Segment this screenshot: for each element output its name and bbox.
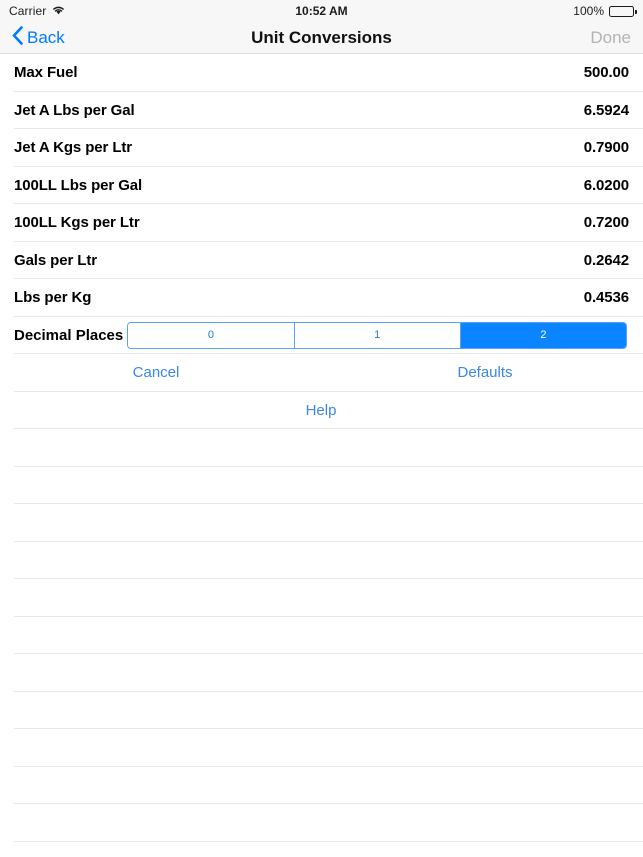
table-row[interactable]: 100LL Lbs per Gal 6.0200 — [0, 166, 643, 204]
row-value[interactable]: 0.4536 — [584, 289, 629, 306]
empty-table-row[interactable] — [0, 541, 643, 579]
status-bar: Carrier 10:52 AM 100% — [0, 0, 643, 22]
table-row[interactable]: Lbs per Kg 0.4536 — [0, 279, 643, 317]
row-label: 100LL Kgs per Ltr — [14, 214, 140, 232]
decimal-places-row: Decimal Places 0 1 2 — [0, 316, 643, 354]
row-label: Max Fuel — [14, 64, 78, 82]
segment-option-1[interactable]: 1 — [294, 322, 461, 348]
navigation-bar: Back Unit Conversions Done — [0, 22, 643, 54]
table-row[interactable]: Gals per Ltr 0.2642 — [0, 241, 643, 279]
done-button[interactable]: Done — [590, 28, 631, 48]
table-row[interactable]: 100LL Kgs per Ltr 0.7200 — [0, 204, 643, 242]
status-bar-right: 100% — [573, 4, 637, 18]
row-label: Jet A Lbs per Gal — [14, 101, 135, 119]
row-value[interactable]: 0.7900 — [584, 139, 629, 156]
table-row[interactable]: Jet A Kgs per Ltr 0.7900 — [0, 129, 643, 167]
segment-option-2[interactable]: 2 — [460, 322, 626, 348]
table-row[interactable]: Jet A Lbs per Gal 6.5924 — [0, 91, 643, 129]
actions-row: Cancel Defaults — [0, 354, 643, 392]
battery-percent-label: 100% — [573, 4, 604, 18]
carrier-label: Carrier — [9, 4, 47, 18]
back-button[interactable]: Back — [12, 25, 65, 50]
row-value[interactable]: 6.0200 — [584, 177, 629, 194]
empty-table-row[interactable] — [0, 579, 643, 617]
empty-table-row[interactable] — [0, 841, 643, 857]
row-value[interactable]: 0.2642 — [584, 252, 629, 269]
help-button[interactable]: Help — [306, 402, 337, 419]
segment-option-0[interactable]: 0 — [128, 322, 295, 348]
cancel-button[interactable]: Cancel — [133, 364, 180, 381]
status-bar-time: 10:52 AM — [295, 4, 348, 18]
empty-table-row[interactable] — [0, 729, 643, 767]
empty-table-row[interactable] — [0, 691, 643, 729]
app-screen: Carrier 10:52 AM 100% Back Unit Conversi… — [0, 0, 643, 857]
chevron-left-icon — [12, 25, 23, 50]
empty-table-row[interactable] — [0, 466, 643, 504]
row-value[interactable]: 6.5924 — [584, 102, 629, 119]
table-row[interactable]: Max Fuel 500.00 — [0, 54, 643, 92]
decimal-places-label: Decimal Places — [14, 326, 124, 344]
battery-full-icon — [609, 5, 637, 17]
row-label: Lbs per Kg — [14, 289, 92, 307]
row-label: Gals per Ltr — [14, 251, 97, 269]
back-button-label: Back — [27, 27, 65, 47]
defaults-button[interactable]: Defaults — [457, 364, 512, 381]
page-title: Unit Conversions — [251, 27, 392, 47]
decimal-places-segmented-control[interactable]: 0 1 2 — [127, 321, 627, 349]
status-bar-left: Carrier — [9, 4, 65, 18]
empty-table-row[interactable] — [0, 504, 643, 542]
settings-table: Max Fuel 500.00 Jet A Lbs per Gal 6.5924… — [0, 54, 643, 857]
row-value[interactable]: 0.7200 — [584, 214, 629, 231]
empty-table-row[interactable] — [0, 766, 643, 804]
empty-table-row[interactable] — [0, 429, 643, 467]
row-value[interactable]: 500.00 — [584, 64, 629, 81]
wifi-icon — [52, 4, 65, 18]
row-label: Jet A Kgs per Ltr — [14, 139, 133, 157]
empty-table-row[interactable] — [0, 654, 643, 692]
empty-rows-container — [0, 429, 643, 857]
empty-table-row[interactable] — [0, 804, 643, 842]
help-row: Help — [0, 391, 643, 429]
row-label: 100LL Lbs per Gal — [14, 176, 143, 194]
empty-table-row[interactable] — [0, 616, 643, 654]
